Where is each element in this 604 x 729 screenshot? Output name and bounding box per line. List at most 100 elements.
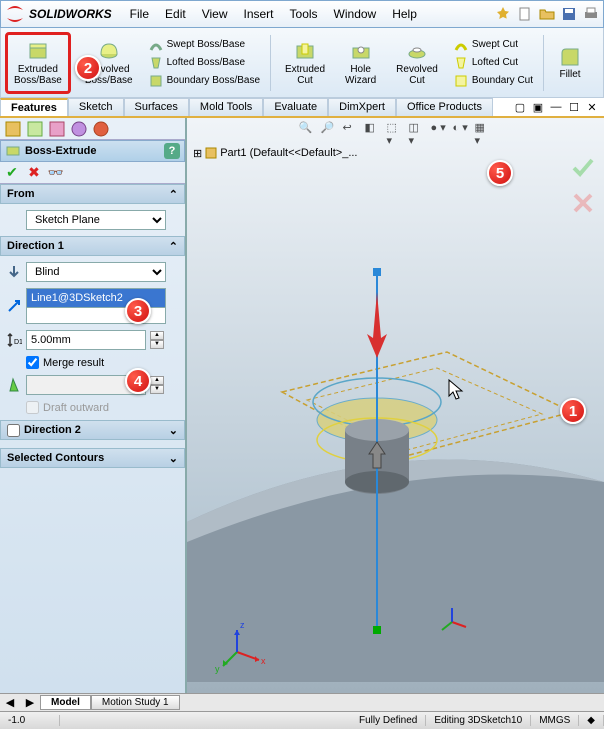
annotation-2: 2: [75, 55, 101, 81]
menu-file[interactable]: File: [122, 7, 157, 21]
menu-help[interactable]: Help: [384, 7, 425, 21]
display-mgr-icon[interactable]: [92, 120, 110, 138]
swept-cut-button[interactable]: Swept Cut: [452, 37, 535, 53]
tab-dimxpert[interactable]: DimXpert: [328, 98, 396, 116]
tab-office-products[interactable]: Office Products: [396, 98, 493, 116]
help-icon[interactable]: ?: [164, 143, 180, 159]
draft-icon[interactable]: [6, 377, 22, 393]
property-manager-panel: Boss-Extrude ? ✔ ✖ 👓 From ⌃ Sketch Plane…: [0, 118, 187, 693]
direction1-header[interactable]: Direction 1 ⌃: [0, 236, 185, 256]
selected-contours-header[interactable]: Selected Contours ⌄: [0, 448, 185, 468]
revolved-cut-button[interactable]: Revolved Cut: [390, 32, 444, 94]
tab-scroll-left-icon[interactable]: ◀: [0, 696, 20, 709]
zoom-fit-icon[interactable]: 🔍: [299, 121, 317, 139]
tab-scroll-right-icon[interactable]: ▶: [20, 696, 40, 709]
graphics-viewport[interactable]: 🔍 🔎 ↩ ◧ ⬚ ▾ ◫ ▾ ● ▾ ◐ ▾ ▦ ▾ ⊞ Part1 (Def…: [187, 118, 604, 693]
zoom-area-icon[interactable]: 🔎: [321, 121, 339, 139]
config-mgr-icon[interactable]: [48, 120, 66, 138]
menu-window[interactable]: Window: [326, 7, 385, 21]
feature-name: Boss-Extrude: [25, 145, 97, 157]
status-extra-icon[interactable]: ◆: [579, 715, 604, 726]
extruded-cut-button[interactable]: Extruded Cut: [279, 32, 331, 94]
print-icon[interactable]: [583, 6, 599, 22]
from-combo[interactable]: Sketch Plane: [26, 210, 166, 230]
property-mgr-icon[interactable]: [26, 120, 44, 138]
extruded-boss-button[interactable]: Extruded Boss/Base: [5, 32, 71, 94]
bottom-tab-bar: ◀ ▶ Model Motion Study 1: [0, 693, 604, 711]
depth-icon[interactable]: D1: [6, 332, 22, 348]
minimize-icon[interactable]: —: [548, 99, 564, 115]
from-header[interactable]: From ⌃: [0, 184, 185, 204]
direction2-header[interactable]: Direction 2 ⌄: [0, 420, 185, 440]
bottom-tab-motion[interactable]: Motion Study 1: [91, 695, 180, 710]
prev-view-icon[interactable]: ↩: [343, 121, 361, 139]
dimxpert-mgr-icon[interactable]: [70, 120, 88, 138]
view-orient-icon[interactable]: ⬚ ▾: [387, 121, 405, 139]
hide-show-icon[interactable]: ● ▾: [431, 121, 449, 139]
menu-insert[interactable]: Insert: [236, 7, 282, 21]
direction-vector-icon[interactable]: [6, 298, 22, 314]
tab-features[interactable]: Features: [0, 98, 68, 116]
menu-edit[interactable]: Edit: [157, 7, 194, 21]
extruded-boss-label: Extruded Boss/Base: [14, 64, 62, 86]
feature-title-bar: Boss-Extrude ?: [0, 140, 185, 162]
solidworks-logo-icon: [5, 4, 25, 24]
title-bar: SOLIDWORKS File Edit View Insert Tools W…: [0, 0, 604, 28]
draft-up-button[interactable]: ▲: [150, 376, 164, 385]
status-bar: -1.0 Fully Defined Editing 3DSketch10 MM…: [0, 711, 604, 729]
star-icon[interactable]: [495, 6, 511, 22]
tab-surfaces[interactable]: Surfaces: [124, 98, 189, 116]
app-title: SOLIDWORKS: [29, 7, 112, 21]
scene-icon[interactable]: ▦ ▾: [475, 121, 493, 139]
new-doc-icon[interactable]: [517, 6, 533, 22]
menu-tools[interactable]: Tools: [282, 7, 326, 21]
close-icon[interactable]: ✕: [584, 99, 600, 115]
open-icon[interactable]: [539, 6, 555, 22]
svg-text:D1: D1: [14, 339, 22, 346]
ok-icon[interactable]: ✔: [4, 165, 20, 181]
merge-result-label: Merge result: [43, 357, 104, 369]
status-defined: Fully Defined: [351, 715, 426, 726]
depth-up-button[interactable]: ▲: [150, 331, 164, 340]
draft-outward-checkbox: [26, 401, 39, 414]
lofted-cut-button[interactable]: Lofted Cut: [452, 55, 535, 71]
feature-tree-icon[interactable]: [4, 120, 22, 138]
chevron-up-icon: ⌃: [169, 240, 178, 253]
status-units[interactable]: MMGS: [531, 715, 579, 726]
fillet-button[interactable]: Fillet: [552, 32, 588, 94]
panel-tab-row: [0, 118, 185, 140]
direction2-checkbox[interactable]: [7, 424, 20, 437]
hole-wizard-button[interactable]: Hole Wizard: [339, 32, 382, 94]
save-icon[interactable]: [561, 6, 577, 22]
chevron-down-icon: ⌄: [169, 452, 178, 465]
reverse-direction-icon[interactable]: [6, 264, 22, 280]
draft-down-button[interactable]: ▼: [150, 385, 164, 394]
maximize-icon[interactable]: ☐: [566, 99, 582, 115]
bottom-tab-model[interactable]: Model: [40, 695, 91, 710]
annotation-3: 3: [125, 298, 151, 324]
cancel-icon[interactable]: ✖: [26, 165, 42, 181]
swept-boss-button[interactable]: Swept Boss/Base: [147, 37, 262, 53]
merge-result-checkbox[interactable]: [26, 356, 39, 369]
tab-mold-tools[interactable]: Mold Tools: [189, 98, 263, 116]
tab-sketch[interactable]: Sketch: [68, 98, 124, 116]
win-icon-1[interactable]: ▢: [512, 99, 528, 115]
detailed-preview-icon[interactable]: 👓: [48, 165, 64, 181]
boundary-boss-button[interactable]: Boundary Boss/Base: [147, 73, 262, 89]
chevron-down-icon: ⌄: [169, 424, 178, 437]
boundary-cut-button[interactable]: Boundary Cut: [452, 73, 535, 89]
depth-down-button[interactable]: ▼: [150, 340, 164, 349]
end-condition-combo[interactable]: Blind: [26, 262, 166, 282]
tab-evaluate[interactable]: Evaluate: [263, 98, 328, 116]
status-editing: Editing 3DSketch10: [426, 715, 531, 726]
win-icon-2[interactable]: ▣: [530, 99, 546, 115]
svg-text:z: z: [240, 620, 245, 630]
svg-text:y: y: [215, 664, 220, 674]
model-preview: x y z: [187, 142, 604, 682]
section-view-icon[interactable]: ◧: [365, 121, 383, 139]
depth-input[interactable]: [26, 330, 146, 350]
lofted-boss-button[interactable]: Lofted Boss/Base: [147, 55, 262, 71]
display-style-icon[interactable]: ◫ ▾: [409, 121, 427, 139]
appearance-icon[interactable]: ◐ ▾: [453, 121, 471, 139]
menu-view[interactable]: View: [194, 7, 236, 21]
